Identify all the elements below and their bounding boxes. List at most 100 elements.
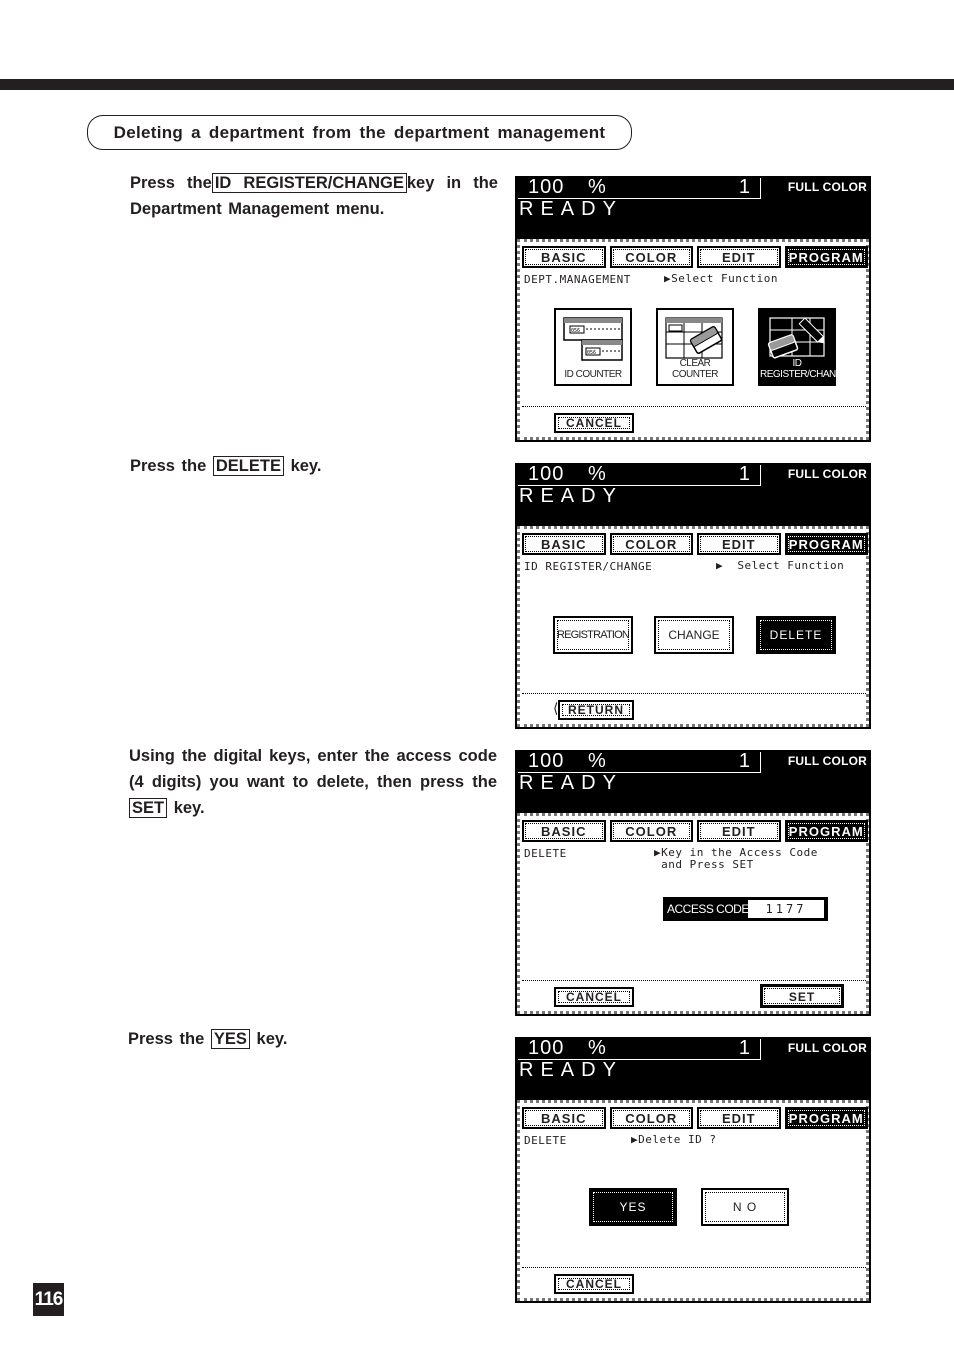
divider: [522, 1267, 866, 1268]
svg-text:056: 056: [571, 328, 580, 334]
prompt: ▶Key in the Access Code and Press SET: [654, 846, 818, 871]
return-label: RETURN: [568, 703, 624, 717]
tab-program[interactable]: PROGRAM: [784, 820, 868, 842]
zoom-unit: %: [588, 176, 606, 198]
cancel-button[interactable]: CANCEL: [554, 987, 634, 1007]
tab-edit[interactable]: EDIT: [697, 533, 781, 555]
step-text: Press the: [130, 457, 207, 475]
prompt: ▶ Select Function: [716, 559, 845, 572]
machine-status: READY: [519, 772, 623, 794]
tab-color[interactable]: COLOR: [609, 533, 693, 555]
step-4-instruction: Press the YES key.: [128, 1026, 496, 1052]
clear-counter-icon: [665, 317, 723, 359]
color-mode: FULL COLOR: [787, 467, 867, 481]
access-code-value: 1177: [748, 900, 824, 918]
set-button[interactable]: SET: [760, 984, 844, 1008]
zoom-value: 100: [528, 750, 565, 772]
zoom-display: 100 % 1: [518, 463, 761, 486]
key-label: YES: [210, 1029, 250, 1049]
screen-header: 100 % 1 FULL COLOR READY: [517, 750, 869, 813]
key-label: SET: [129, 798, 168, 818]
clear-counter-button[interactable]: CLEAR COUNTER: [656, 308, 734, 386]
tab-program[interactable]: PROGRAM: [784, 1107, 868, 1129]
lcd-screen-dept-management: 100 % 1 FULL COLOR READY BASIC COLOR EDI…: [515, 176, 871, 442]
tab-basic[interactable]: BASIC: [522, 820, 606, 842]
divider: [522, 406, 866, 407]
tab-bar: BASIC COLOR EDIT PROGRAM: [522, 818, 868, 844]
tab-edit[interactable]: EDIT: [697, 246, 781, 268]
return-button[interactable]: ⟨ RETURN: [553, 700, 634, 720]
step-1-instruction: Press the ID REGISTER/CHANGE key in the De…: [130, 170, 498, 222]
machine-status: READY: [519, 198, 623, 220]
menu-name: DELETE: [524, 1134, 567, 1147]
tab-basic[interactable]: BASIC: [522, 246, 606, 268]
screen-body: BASIC COLOR EDIT PROGRAM DEPT.MANAGEMENT…: [517, 239, 869, 440]
id-counter-button[interactable]: 056 056 ID COUNTER: [554, 308, 632, 386]
zoom-value: 100: [528, 1037, 565, 1059]
delete-button[interactable]: DELETE: [756, 616, 836, 654]
screen-header: 100 % 1 FULL COLOR READY: [517, 1037, 869, 1100]
step-text: Using the digital keys, enter the access…: [129, 747, 497, 791]
page-number: 116: [33, 1283, 64, 1316]
color-mode: FULL COLOR: [787, 754, 867, 768]
access-code-label: ACCESS CODE: [667, 902, 749, 916]
svg-text:056: 056: [587, 350, 596, 356]
zoom-display: 100 % 1: [518, 176, 761, 199]
prompt: ▶Delete ID ?: [631, 1133, 717, 1146]
color-mode: FULL COLOR: [787, 180, 867, 194]
screen-body: BASIC COLOR EDIT PROGRAM DELETE ▶Key in …: [517, 813, 869, 1014]
id-counter-icon: 056 056: [563, 317, 623, 361]
machine-status: READY: [519, 1059, 623, 1081]
key-label: DELETE: [212, 456, 284, 476]
top-rule: [0, 79, 954, 90]
tab-basic[interactable]: BASIC: [522, 533, 606, 555]
tab-color[interactable]: COLOR: [609, 1107, 693, 1129]
tab-edit[interactable]: EDIT: [697, 1107, 781, 1129]
prompt: ▶Select Function: [664, 272, 778, 285]
zoom-value: 100: [528, 463, 565, 485]
tab-bar: BASIC COLOR EDIT PROGRAM: [522, 531, 868, 557]
tab-basic[interactable]: BASIC: [522, 1107, 606, 1129]
change-button[interactable]: CHANGE: [654, 616, 734, 654]
access-code-field[interactable]: ACCESS CODE 1177: [663, 897, 828, 921]
menu-name: DELETE: [524, 847, 567, 860]
cancel-button[interactable]: CANCEL: [554, 413, 634, 433]
key-label: ID REGISTER/CHANGE: [211, 173, 407, 193]
cancel-button[interactable]: CANCEL: [554, 1274, 634, 1294]
registration-button[interactable]: REGISTRATION: [553, 616, 633, 654]
screen-header: 100 % 1 FULL COLOR READY: [517, 176, 869, 239]
tab-bar: BASIC COLOR EDIT PROGRAM: [522, 1105, 868, 1131]
screen-body: BASIC COLOR EDIT PROGRAM DELETE ▶Delete …: [517, 1100, 869, 1301]
menu-name: ID REGISTER/CHANGE: [524, 560, 653, 573]
zoom-unit: %: [588, 463, 606, 485]
zoom-unit: %: [588, 1037, 606, 1059]
step-text: key.: [173, 799, 205, 817]
no-button[interactable]: N O: [701, 1188, 789, 1226]
tab-program[interactable]: PROGRAM: [784, 246, 868, 268]
tab-color[interactable]: COLOR: [609, 246, 693, 268]
copy-count: 1: [738, 750, 750, 772]
divider: [522, 693, 866, 694]
step-text: key.: [256, 1030, 288, 1048]
machine-status: READY: [519, 485, 623, 507]
id-register-change-button[interactable]: ID REGISTER/CHANGE: [758, 308, 850, 386]
menu-name: DEPT.MANAGEMENT: [524, 273, 631, 286]
icon-button-label: ID COUNTER: [564, 369, 622, 380]
section-title: Deleting a department from the departmen…: [87, 115, 632, 150]
step-2-instruction: Press the DELETE key.: [130, 453, 498, 479]
zoom-display: 100 % 1: [518, 750, 761, 773]
step-text: Press the: [130, 174, 212, 192]
zoom-unit: %: [588, 750, 606, 772]
lcd-screen-delete-confirm: 100 % 1 FULL COLOR READY BASIC COLOR EDI…: [515, 1037, 871, 1303]
tab-program[interactable]: PROGRAM: [784, 533, 868, 555]
yes-button[interactable]: YES: [589, 1188, 677, 1226]
copy-count: 1: [738, 176, 750, 198]
tab-color[interactable]: COLOR: [609, 820, 693, 842]
zoom-display: 100 % 1: [518, 1037, 761, 1060]
step-text: Press the: [128, 1030, 205, 1048]
return-arrow-icon: ⟨: [553, 700, 560, 716]
copy-count: 1: [738, 1037, 750, 1059]
divider: [522, 980, 866, 981]
copy-count: 1: [738, 463, 750, 485]
tab-edit[interactable]: EDIT: [697, 820, 781, 842]
